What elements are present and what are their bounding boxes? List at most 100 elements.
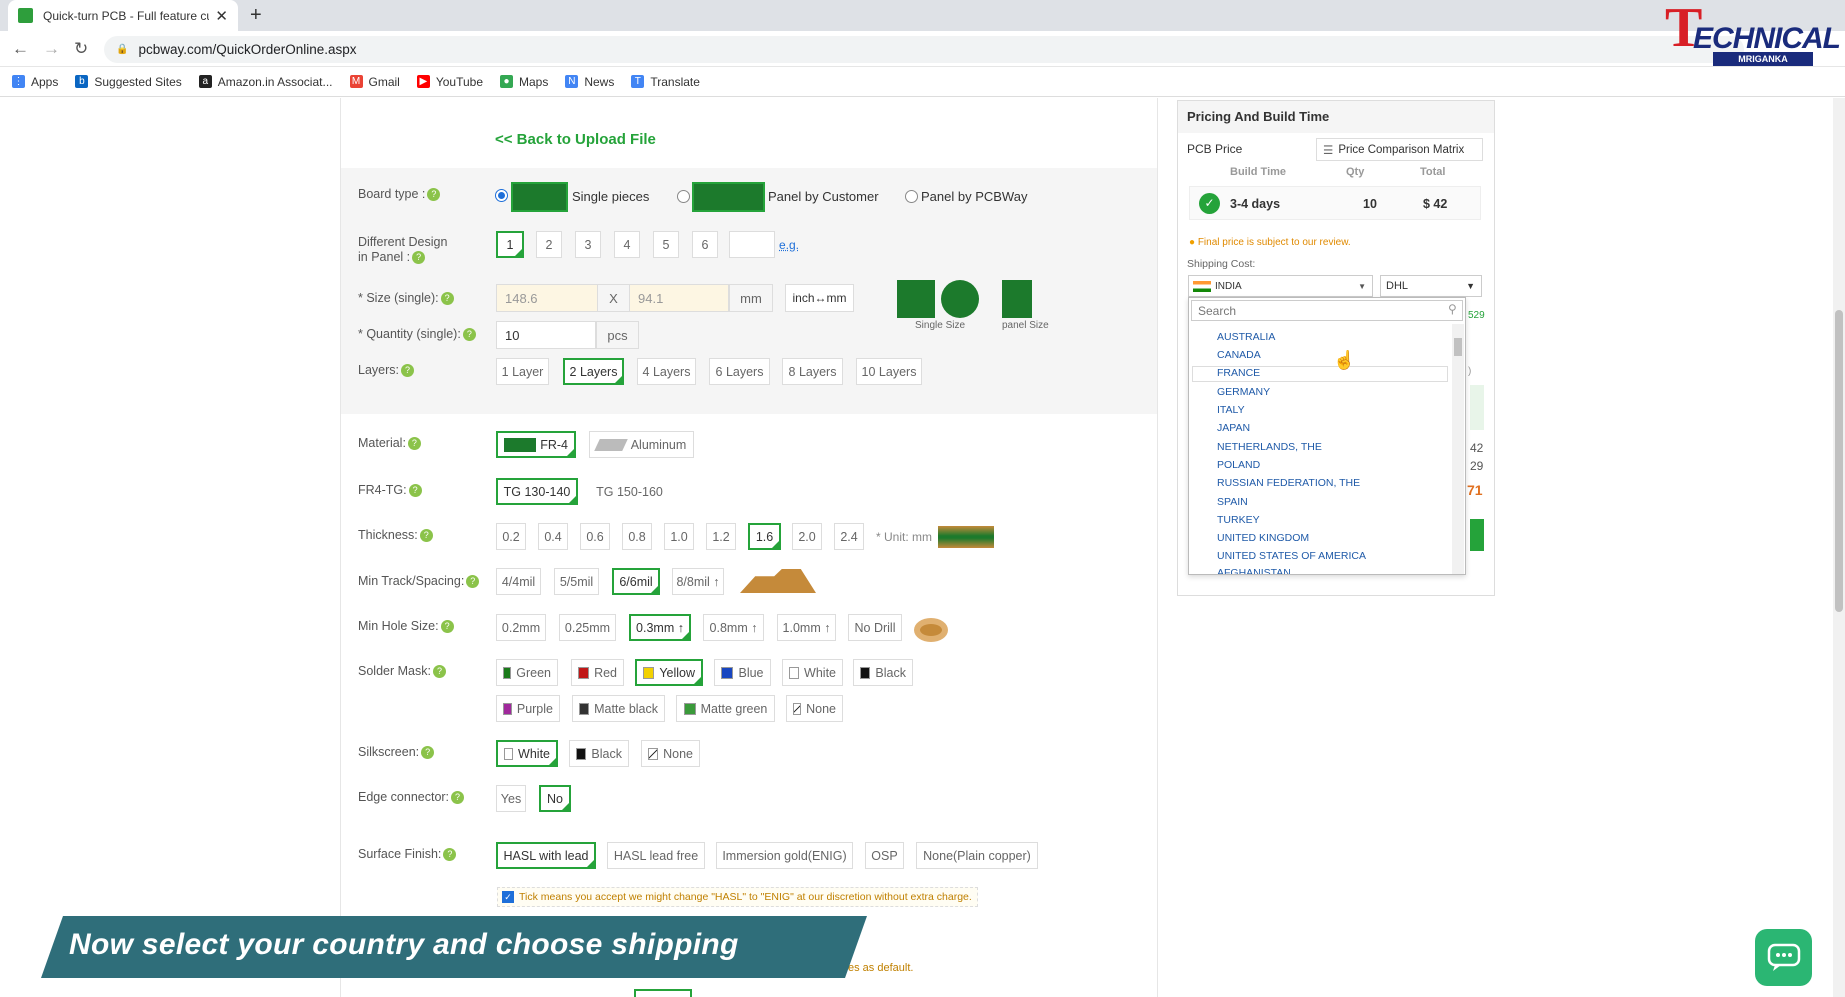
bookmark-news[interactable]: N News (565, 75, 614, 89)
country-option[interactable]: GERMANY (1217, 386, 1270, 398)
layer-4[interactable]: 4 Layers (637, 358, 696, 385)
track-5-5[interactable]: 5/5mil (554, 568, 599, 595)
edge-yes[interactable]: Yes (496, 785, 526, 812)
bookmark-apps[interactable]: ⋮ Apps (12, 75, 58, 89)
mask-yellow[interactable]: Yellow (635, 659, 703, 686)
country-select[interactable]: INDIA ▼ (1188, 275, 1373, 297)
country-option[interactable]: JAPAN (1217, 422, 1250, 434)
thickness-2.0[interactable]: 2.0 (792, 523, 822, 550)
back-icon[interactable]: ← (12, 39, 29, 59)
thickness-0.2[interactable]: 0.2 (496, 523, 526, 550)
finish-osp[interactable]: OSP (865, 842, 904, 869)
finish-enig[interactable]: Immersion gold(ENIG) (716, 842, 853, 869)
bookmark-maps[interactable]: ● Maps (500, 75, 548, 89)
single-pieces-label[interactable]: Single pieces (572, 189, 649, 204)
radio-single-pieces[interactable] (495, 189, 508, 202)
layer-6[interactable]: 6 Layers (709, 358, 770, 385)
close-tab-icon[interactable]: ✕ (215, 7, 228, 25)
example-link[interactable]: e.g. (779, 238, 799, 252)
finish-none[interactable]: None(Plain copper) (916, 842, 1038, 869)
edge-no[interactable]: No (539, 785, 571, 812)
silk-white[interactable]: White (496, 740, 558, 767)
design-option-1[interactable]: 1 (496, 231, 524, 258)
radio-panel-customer[interactable] (677, 190, 690, 203)
layer-2[interactable]: 2 Layers (563, 358, 624, 385)
back-to-upload-link[interactable]: << Back to Upload File (495, 131, 656, 148)
country-search-input[interactable]: Search (1191, 300, 1463, 321)
bookmark-gmail[interactable]: M Gmail (349, 75, 400, 89)
design-option-4[interactable]: 4 (614, 231, 640, 258)
dropdown-scrollbar[interactable] (1452, 324, 1464, 574)
forward-icon[interactable]: → (43, 39, 60, 59)
silk-black[interactable]: Black (569, 740, 629, 767)
country-option[interactable]: POLAND (1217, 459, 1260, 471)
thickness-0.6[interactable]: 0.6 (580, 523, 610, 550)
tg-130-140[interactable]: TG 130-140 (496, 478, 578, 505)
new-tab-button[interactable]: + (250, 4, 262, 27)
track-8-8[interactable]: 8/8mil ↑ (672, 568, 724, 595)
thickness-0.4[interactable]: 0.4 (538, 523, 568, 550)
size-height-input[interactable]: 94.1 (629, 284, 729, 312)
hole-0.3[interactable]: 0.3mm ↑ (629, 614, 691, 641)
accept-checkbox[interactable]: ✓ (502, 891, 514, 903)
country-option[interactable]: SPAIN (1217, 496, 1248, 508)
bookmark-suggested[interactable]: b Suggested Sites (75, 75, 182, 89)
material-fr4[interactable]: FR-4 (496, 431, 576, 458)
mask-green[interactable]: Green (496, 659, 558, 686)
design-option-3[interactable]: 3 (575, 231, 601, 258)
reload-icon[interactable]: ↻ (74, 39, 88, 59)
bookmark-amazon[interactable]: a Amazon.in Associat... (198, 75, 333, 89)
bookmark-youtube[interactable]: ▶ YouTube (416, 75, 483, 89)
mask-matte-black[interactable]: Matte black (572, 695, 665, 722)
finish-hasl-lead[interactable]: HASL with lead (496, 842, 596, 869)
mask-blue[interactable]: Blue (714, 659, 771, 686)
thickness-1.0[interactable]: 1.0 (664, 523, 694, 550)
mask-none[interactable]: None (786, 695, 843, 722)
track-4-4[interactable]: 4/4mil (496, 568, 541, 595)
silk-none[interactable]: None (641, 740, 700, 767)
track-6-6[interactable]: 6/6mil (612, 568, 660, 595)
hole-0.25[interactable]: 0.25mm (559, 614, 616, 641)
country-option[interactable]: NETHERLANDS, THE (1217, 441, 1322, 453)
layer-8[interactable]: 8 Layers (782, 358, 843, 385)
country-option[interactable]: UNITED STATES OF AMERICA (1217, 550, 1366, 562)
inch-mm-toggle[interactable]: inch↔mm (785, 284, 854, 312)
design-option-6[interactable]: 6 (692, 231, 718, 258)
country-option[interactable]: TURKEY (1217, 514, 1260, 526)
browser-tab[interactable]: Quick-turn PCB - Full feature cus ✕ (8, 0, 238, 31)
hole-1.0[interactable]: 1.0mm ↑ (777, 614, 836, 641)
design-option-2[interactable]: 2 (536, 231, 562, 258)
mask-matte-green[interactable]: Matte green (676, 695, 775, 722)
thickness-1.6[interactable]: 1.6 (748, 523, 781, 550)
tg-150-160[interactable]: TG 150-160 (589, 478, 670, 505)
layer-10[interactable]: 10 Layers (856, 358, 922, 385)
design-custom-input[interactable] (729, 231, 775, 258)
hole-0.2[interactable]: 0.2mm (496, 614, 546, 641)
mask-white[interactable]: White (782, 659, 843, 686)
mask-purple[interactable]: Purple (496, 695, 560, 722)
country-option[interactable]: UNITED KINGDOM (1217, 532, 1309, 544)
url-field[interactable]: 🔒 pcbway.com/QuickOrderOnline.aspx (104, 36, 1744, 63)
thickness-2.4[interactable]: 2.4 (834, 523, 864, 550)
carrier-select[interactable]: DHL ▼ (1380, 275, 1482, 297)
next-row-option[interactable] (634, 989, 692, 997)
hole-no-drill[interactable]: No Drill (848, 614, 902, 641)
country-option[interactable]: ITALY (1217, 404, 1245, 416)
partial-button[interactable] (1470, 519, 1484, 551)
radio-panel-pcbway[interactable] (905, 190, 918, 203)
country-option-partial[interactable]: AFGHANISTAN (1217, 568, 1317, 574)
country-option[interactable]: RUSSIAN FEDERATION, THE (1217, 477, 1360, 489)
material-aluminum[interactable]: Aluminum (589, 431, 694, 458)
panel-customer-label[interactable]: Panel by Customer (768, 189, 879, 204)
mask-red[interactable]: Red (571, 659, 624, 686)
finish-hasl-free[interactable]: HASL lead free (607, 842, 705, 869)
thickness-1.2[interactable]: 1.2 (706, 523, 736, 550)
country-option[interactable]: CANADA (1217, 349, 1261, 361)
layer-1[interactable]: 1 Layer (496, 358, 549, 385)
dropdown-scroll-thumb[interactable] (1454, 338, 1462, 356)
country-option[interactable]: FRANCE (1217, 367, 1260, 379)
chat-button[interactable] (1755, 929, 1812, 986)
price-matrix-button[interactable]: ☰ Price Comparison Matrix (1316, 138, 1483, 161)
panel-pcbway-label[interactable]: Panel by PCBWay (921, 189, 1027, 204)
mask-black[interactable]: Black (853, 659, 913, 686)
